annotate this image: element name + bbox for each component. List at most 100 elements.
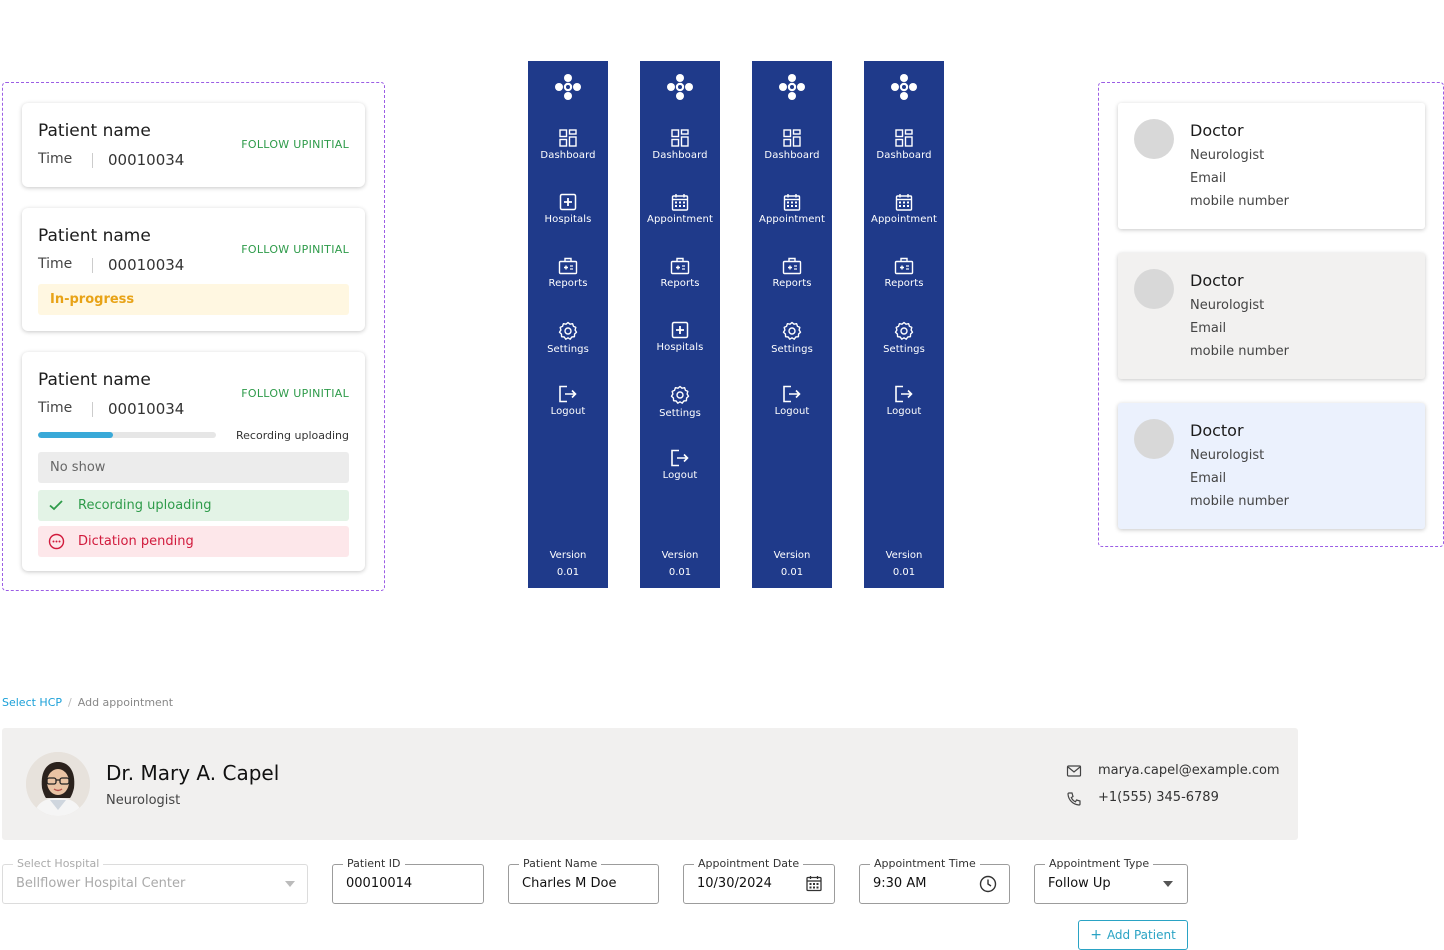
patient-card[interactable]: Patient name Time 00010034 FOLLOW UPINIT… bbox=[22, 103, 365, 187]
version-label: Version bbox=[773, 550, 811, 561]
sidebar-item-appointment[interactable]: Appointment bbox=[752, 193, 832, 225]
sidebar-item-dashboard[interactable]: Dashboard bbox=[864, 129, 944, 161]
doctor-mobile: mobile number bbox=[1190, 494, 1289, 509]
sidebar-item-reports[interactable]: Reports bbox=[752, 257, 832, 289]
sidebar-item-reports[interactable]: Reports bbox=[528, 257, 608, 289]
sidebar-nav: Dashboard Appointment Reports Hospitals Sett… bbox=[640, 61, 720, 588]
calendar-icon bbox=[864, 193, 944, 211]
patient-name: Patient name bbox=[38, 121, 151, 141]
status-badge-recording: Recording uploading bbox=[38, 490, 349, 521]
app-version: Version 0.01 bbox=[752, 547, 832, 581]
doctor-card[interactable]: Doctor Neurologist Email mobile number bbox=[1118, 103, 1425, 229]
app-logo-icon[interactable] bbox=[666, 73, 694, 105]
field-value: 10/30/2024 bbox=[697, 876, 772, 891]
hcp-name: Dr. Mary A. Capel bbox=[106, 761, 280, 785]
appointment-date-field[interactable]: Appointment Date 10/30/2024 bbox=[683, 857, 835, 904]
hcp-email[interactable]: marya.capel@example.com bbox=[1098, 763, 1280, 778]
patient-name-field[interactable]: Patient Name Charles M Doe bbox=[508, 857, 659, 904]
field-label: Select Hospital bbox=[13, 857, 104, 871]
progress-label: Recording uploading bbox=[236, 429, 349, 442]
patient-time-label: Time bbox=[38, 400, 73, 416]
logout-icon bbox=[528, 385, 608, 403]
sidebar-item-settings[interactable]: Settings bbox=[640, 385, 720, 419]
sidebar-item-dashboard[interactable]: Dashboard bbox=[640, 129, 720, 161]
sidebar-item-logout[interactable]: Logout bbox=[864, 385, 944, 417]
hospital-icon bbox=[528, 193, 608, 211]
patient-id-field[interactable]: Patient ID 00010014 bbox=[332, 857, 484, 904]
app-logo-icon[interactable] bbox=[778, 73, 806, 105]
sidebar-item-logout[interactable]: Logout bbox=[752, 385, 832, 417]
settings-icon bbox=[528, 321, 608, 341]
appointment-time-field[interactable]: Appointment Time 9:30 AM bbox=[859, 857, 1010, 904]
add-patient-button[interactable]: + Add Patient bbox=[1078, 920, 1188, 950]
sidebar-item-reports[interactable]: Reports bbox=[864, 257, 944, 289]
calendar-icon bbox=[752, 193, 832, 211]
status-label: Dictation pending bbox=[78, 534, 194, 549]
hcp-phone[interactable]: +1(555) 345-6789 bbox=[1098, 790, 1219, 805]
doctor-card[interactable]: Doctor Neurologist Email mobile number bbox=[1118, 253, 1425, 379]
breadcrumb-separator: / bbox=[68, 696, 72, 709]
sidebar-item-label: Logout bbox=[886, 406, 922, 417]
settings-icon bbox=[752, 321, 832, 341]
dashboard-icon bbox=[528, 129, 608, 147]
check-icon bbox=[49, 500, 63, 511]
phone-icon bbox=[1067, 792, 1081, 806]
more-circle-icon bbox=[48, 533, 65, 550]
patient-card[interactable]: Patient name Time 00010034 FOLLOW UPINIT… bbox=[22, 208, 365, 331]
select-hospital-dropdown[interactable]: Select Hospital Bellflower Hospital Cent… bbox=[2, 857, 308, 904]
divider bbox=[92, 153, 93, 168]
patient-id: 00010034 bbox=[108, 151, 185, 169]
app-logo-icon[interactable] bbox=[890, 73, 918, 105]
app-version: Version 0.01 bbox=[528, 547, 608, 581]
sidebar-item-reports[interactable]: Reports bbox=[640, 257, 720, 289]
doctor-card[interactable]: Doctor Neurologist Email mobile number bbox=[1118, 403, 1425, 529]
settings-icon bbox=[640, 385, 720, 405]
sidebar-item-settings[interactable]: Settings bbox=[864, 321, 944, 355]
doctor-title: Doctor bbox=[1190, 271, 1244, 290]
sidebar-item-label: Logout bbox=[774, 406, 810, 417]
status-badge-no-show: No show bbox=[38, 452, 349, 483]
reports-icon bbox=[752, 257, 832, 275]
dashboard-icon bbox=[752, 129, 832, 147]
doctor-specialty: Neurologist bbox=[1190, 298, 1265, 313]
field-label: Appointment Date bbox=[694, 857, 804, 871]
status-label: Recording uploading bbox=[78, 498, 212, 513]
sidebar-item-hospitals[interactable]: Hospitals bbox=[528, 193, 608, 225]
sidebar-item-hospitals[interactable]: Hospitals bbox=[640, 321, 720, 353]
sidebar-item-dashboard[interactable]: Dashboard bbox=[528, 129, 608, 161]
field-value: Bellflower Hospital Center bbox=[16, 876, 186, 891]
settings-icon bbox=[864, 321, 944, 341]
field-label: Patient Name bbox=[519, 857, 602, 871]
appointment-type-dropdown[interactable]: Appointment Type Follow Up bbox=[1034, 857, 1188, 904]
sidebar-item-label: Appointment bbox=[759, 214, 825, 225]
hcp-specialty: Neurologist bbox=[106, 793, 181, 808]
app-logo-icon[interactable] bbox=[554, 73, 582, 105]
sidebar-item-logout[interactable]: Logout bbox=[528, 385, 608, 417]
upload-progress-fill bbox=[38, 432, 113, 438]
breadcrumb-link-select-hcp[interactable]: Select HCP bbox=[2, 696, 62, 709]
sidebar-nav: Dashboard Appointment Reports Settings Logou… bbox=[752, 61, 832, 588]
doctor-mobile: mobile number bbox=[1190, 344, 1289, 359]
breadcrumb-current: Add appointment bbox=[77, 696, 174, 709]
caret-down-icon bbox=[285, 881, 295, 887]
sidebar-item-label: Dashboard bbox=[764, 150, 820, 161]
doctor-cards-panel: Doctor Neurologist Email mobile number D… bbox=[1098, 82, 1444, 547]
sidebar-item-dashboard[interactable]: Dashboard bbox=[752, 129, 832, 161]
follow-up-tag: FOLLOW UPINITIAL bbox=[241, 243, 349, 256]
sidebar-item-label: Logout bbox=[550, 406, 586, 417]
field-value: 00010014 bbox=[346, 876, 413, 891]
sidebar-item-settings[interactable]: Settings bbox=[528, 321, 608, 355]
sidebar-item-appointment[interactable]: Appointment bbox=[864, 193, 944, 225]
sidebar-item-settings[interactable]: Settings bbox=[752, 321, 832, 355]
doctor-mobile: mobile number bbox=[1190, 194, 1289, 209]
calendar-icon[interactable] bbox=[806, 875, 822, 892]
divider bbox=[92, 402, 93, 417]
patient-card[interactable]: Patient name Time 00010034 FOLLOW UPINIT… bbox=[22, 352, 365, 571]
clock-icon[interactable] bbox=[979, 875, 997, 893]
sidebar-item-appointment[interactable]: Appointment bbox=[640, 193, 720, 225]
sidebar-nav: Dashboard Appointment Reports Settings Logou… bbox=[864, 61, 944, 588]
avatar bbox=[1134, 119, 1174, 159]
field-value: 9:30 AM bbox=[873, 876, 927, 891]
sidebar-item-logout[interactable]: Logout bbox=[640, 449, 720, 481]
sidebar-item-label: Appointment bbox=[647, 214, 713, 225]
